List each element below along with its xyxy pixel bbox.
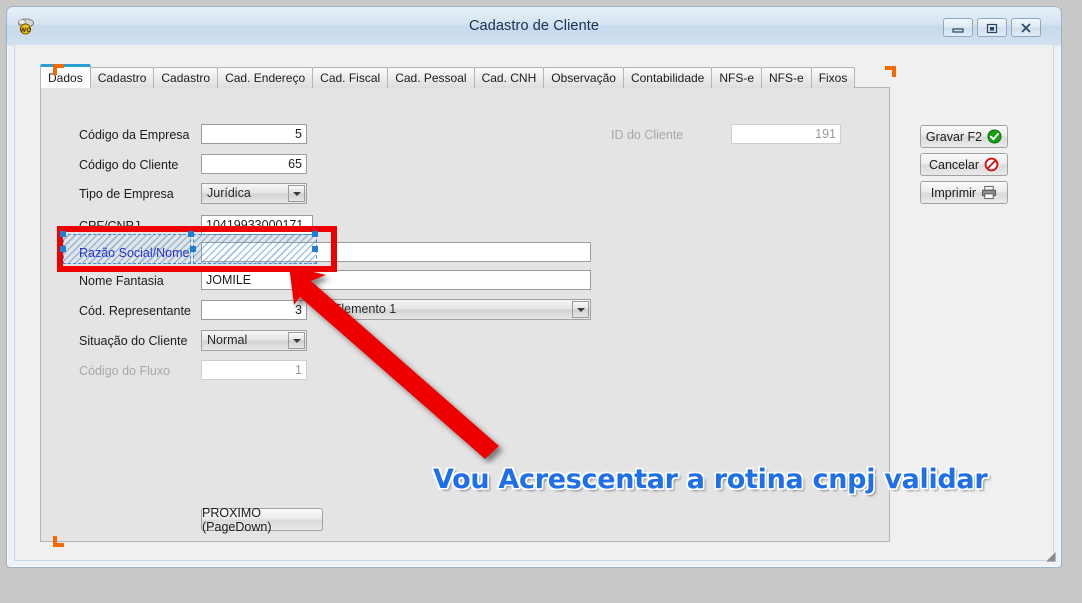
resize-grip-icon[interactable] xyxy=(1043,549,1057,563)
input-codigo-fluxo: 1 xyxy=(201,360,307,380)
input-codigo-cliente[interactable]: 65 xyxy=(201,154,307,174)
tab-label: Cadastro xyxy=(161,71,211,85)
label-codigo-fluxo: Código do Fluxo xyxy=(79,364,171,378)
input-codigo-empresa[interactable]: 5 xyxy=(201,124,307,144)
tab-fixos[interactable]: Fixos xyxy=(810,67,856,88)
button-label: Imprimir xyxy=(930,185,977,200)
cancelar-button[interactable]: Cancelar xyxy=(920,153,1008,176)
close-button[interactable] xyxy=(1011,18,1041,37)
resize-handle-e[interactable] xyxy=(190,246,196,252)
action-button-group: Gravar F2 Cancelar Imprimir xyxy=(920,125,1012,209)
label-codigo-cliente: Código do Cliente xyxy=(79,158,179,172)
resize-handle-n[interactable] xyxy=(188,231,194,237)
button-label: PROXIMO (PageDown) xyxy=(202,505,272,534)
combo-value: Jurídica xyxy=(207,186,251,200)
tab-observacao[interactable]: Observação xyxy=(543,67,624,88)
label-situacao-cliente: Situação do Cliente xyxy=(79,334,188,348)
printer-icon xyxy=(982,185,997,200)
design-handle-bottom-left xyxy=(53,536,64,547)
button-label: Cancelar xyxy=(928,157,980,172)
tab-nfse-2[interactable]: NFS-e xyxy=(761,67,812,88)
minimize-button[interactable] xyxy=(943,18,973,37)
tab-label: Contabilidade xyxy=(630,71,705,85)
tab-label: Cad. CNH xyxy=(481,71,537,85)
check-circle-icon xyxy=(987,129,1002,144)
tab-cad-endereco[interactable]: Cad. Endereço xyxy=(217,67,314,88)
tab-label: Fixos xyxy=(818,71,848,85)
tab-nfse-1[interactable]: NFS-e xyxy=(711,67,763,88)
tab-cadastro-2[interactable]: Cadastro xyxy=(153,67,219,88)
input-nome-fantasia[interactable]: JOMILE xyxy=(201,270,591,290)
resize-handle-ne[interactable] xyxy=(312,231,318,237)
restore-button[interactable] xyxy=(977,18,1007,37)
tab-label: NFS-e xyxy=(769,71,804,85)
tab-label: Cad. Fiscal xyxy=(320,71,381,85)
minimize-icon xyxy=(952,28,964,33)
application-window: WO Cadastro de Cliente Dados Cadastro Ca… xyxy=(6,6,1062,568)
tab-dados[interactable]: Dados xyxy=(40,64,91,88)
selected-label-cpf-cnpj[interactable] xyxy=(63,234,191,264)
resize-handle-w[interactable] xyxy=(60,246,66,252)
combo-situacao-cliente[interactable]: Normal xyxy=(201,330,307,351)
combo-value: Normal xyxy=(207,333,248,347)
window-title: Cadastro de Cliente xyxy=(468,18,600,34)
tab-cad-cnh[interactable]: Cad. CNH xyxy=(473,67,545,88)
tab-label: Observação xyxy=(551,71,616,85)
tab-cadastro-1[interactable]: Cadastro xyxy=(89,67,155,88)
tab-strip: Dados Cadastro Cadastro Cad. Endereço Ca… xyxy=(40,64,856,88)
selected-input-cpf-cnpj[interactable] xyxy=(193,234,317,264)
annotation-caption: Vou Acrescentar a rotina cnpj validar xyxy=(433,464,988,495)
combo-value: Elemento 1 xyxy=(333,302,397,316)
imprimir-button[interactable]: Imprimir xyxy=(920,181,1008,204)
gravar-button[interactable]: Gravar F2 xyxy=(920,125,1008,148)
restore-icon xyxy=(986,23,998,34)
label-nome-fantasia: Nome Fantasia xyxy=(79,274,164,288)
chevron-down-icon[interactable] xyxy=(572,301,589,318)
label-cod-representante: Cód. Representante xyxy=(79,304,191,318)
input-cod-representante[interactable]: 3 xyxy=(201,300,307,320)
chevron-down-icon[interactable] xyxy=(288,332,305,349)
resize-handle-se[interactable] xyxy=(312,246,318,252)
title-bar: WO Cadastro de Cliente xyxy=(7,7,1061,45)
proximo-button[interactable]: PROXIMO (PageDown) xyxy=(201,505,323,534)
tab-label: Cad. Pessoal xyxy=(395,71,467,85)
button-label: Gravar F2 xyxy=(925,129,983,144)
design-handle-top-right xyxy=(885,66,896,77)
resize-handle-nw[interactable] xyxy=(60,231,66,237)
tab-cad-fiscal[interactable]: Cad. Fiscal xyxy=(312,67,389,88)
input-id-cliente: 191 xyxy=(731,124,841,144)
design-handle-top-left xyxy=(53,64,64,75)
client-area: Dados Cadastro Cadastro Cad. Endereço Ca… xyxy=(14,45,1054,561)
combo-tipo-empresa[interactable]: Jurídica xyxy=(201,183,307,204)
prohibited-icon xyxy=(984,157,999,172)
chevron-down-icon[interactable] xyxy=(288,185,305,202)
combo-representante[interactable]: Elemento 1 xyxy=(327,299,591,320)
label-tipo-empresa: Tipo de Empresa xyxy=(79,187,174,201)
tab-label: Cadastro xyxy=(97,71,147,85)
design-selection-cpf-cnpj[interactable] xyxy=(60,231,318,266)
tab-label: NFS-e xyxy=(719,71,755,85)
tab-label: Cad. Endereço xyxy=(225,71,306,85)
close-icon xyxy=(1021,23,1031,33)
label-codigo-empresa: Código da Empresa xyxy=(79,128,190,142)
label-id-cliente: ID do Cliente xyxy=(611,128,684,142)
tab-cad-pessoal[interactable]: Cad. Pessoal xyxy=(387,67,475,88)
tab-contabilidade[interactable]: Contabilidade xyxy=(622,67,713,88)
